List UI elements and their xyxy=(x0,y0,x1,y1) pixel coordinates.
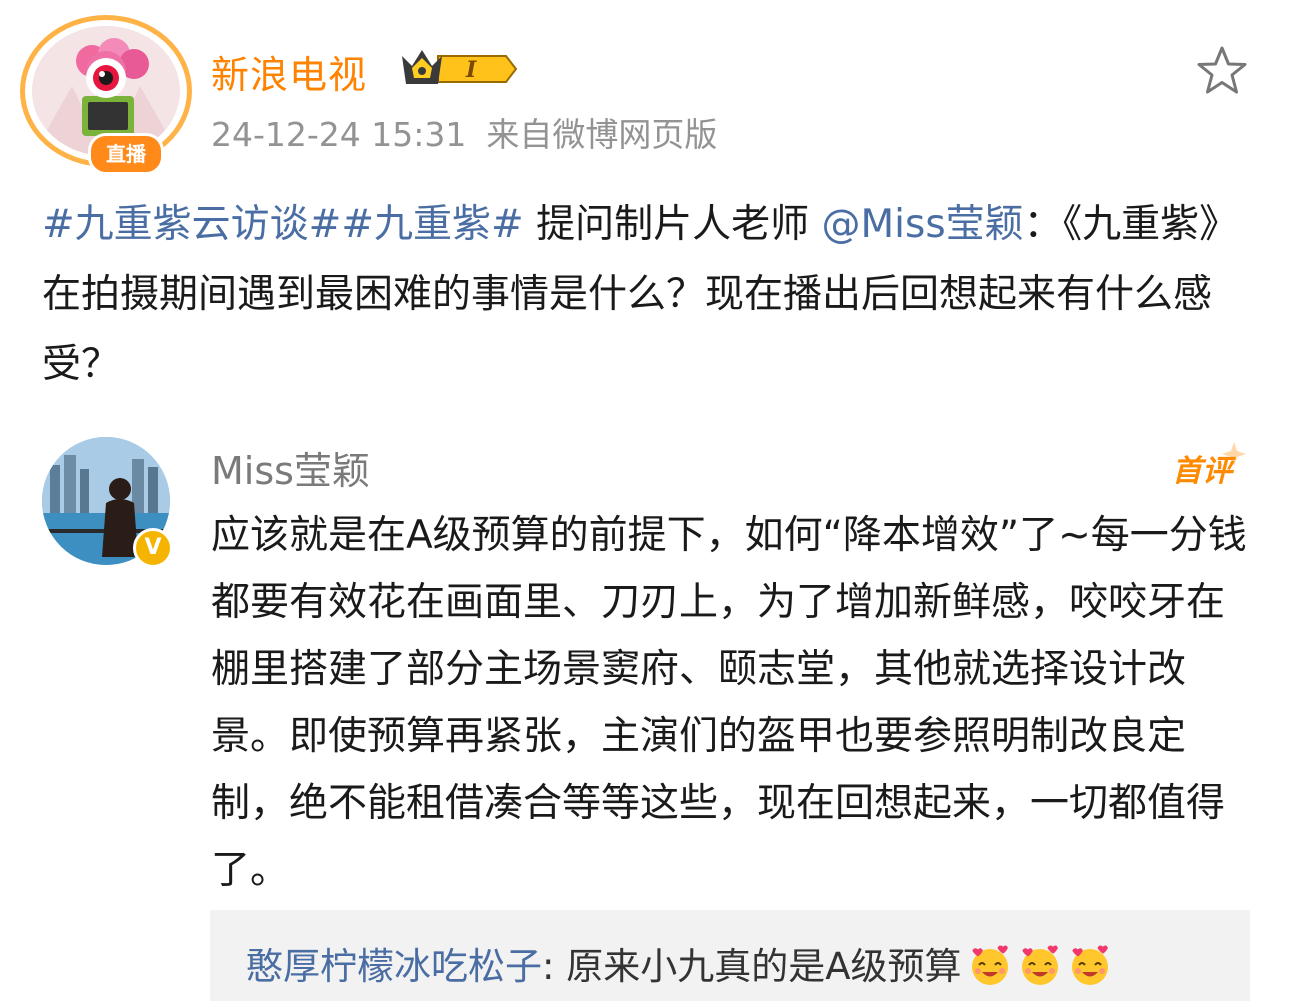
post-question-text: 提问制片人老师 xyxy=(523,202,822,247)
emoji-row xyxy=(962,945,1112,988)
reply-author-name[interactable]: Miss莹颖 xyxy=(211,440,370,495)
sub-comment-text: 原来小九真的是A级预算 xyxy=(566,945,962,988)
post-source: 来自微博网页版 xyxy=(486,115,718,154)
heart-eyes-emoji xyxy=(1071,945,1108,985)
hashtag-link-2[interactable]: #九重紫# xyxy=(341,202,523,247)
reply-content: 应该就是在A级预算的前提下，如何“降本增效”了~每一分钱都要有效花在画面里、刀刃… xyxy=(211,513,1247,893)
post-content: #九重紫云访谈##九重紫# 提问制片人老师 @Miss莹颖：《九重紫》在拍摄期间… xyxy=(42,190,1252,400)
author-name[interactable]: 新浪电视 xyxy=(211,44,367,99)
sub-comment-author[interactable]: 憨厚柠檬冰吃松子 xyxy=(246,945,542,988)
vip-level: I xyxy=(465,57,477,83)
weibo-post-page: 直播 新浪电视 I 24-12-24 15:31 来自微博网页版 #九重紫云访谈#… xyxy=(0,0,1290,1001)
live-badge: 直播 xyxy=(88,133,164,175)
post-timestamp: 24-12-24 15:31 xyxy=(211,115,467,154)
post-meta: 24-12-24 15:31 来自微博网页版 xyxy=(211,108,717,156)
first-comment-badge: 首评 xyxy=(1168,440,1248,490)
sub-comment-separator: : xyxy=(542,945,567,988)
favorite-star-icon[interactable] xyxy=(1195,45,1249,97)
heart-eyes-emoji xyxy=(971,945,1008,985)
sub-comment-line: 憨厚柠檬冰吃松子: 原来小九真的是A级预算 xyxy=(246,936,1112,990)
heart-eyes-emoji xyxy=(1021,945,1058,985)
hashtag-link-1[interactable]: #九重紫云访谈# xyxy=(42,202,341,247)
first-comment-label: 首评 xyxy=(1172,454,1232,489)
sub-comment-box[interactable]: 憨厚柠檬冰吃松子: 原来小九真的是A级预算 xyxy=(210,910,1250,1001)
author-avatar[interactable]: 直播 xyxy=(20,15,192,175)
mention-link[interactable]: @Miss莹颖 xyxy=(822,202,1024,247)
vip-crown-badge-icon: I xyxy=(398,42,518,94)
verified-v-icon: V xyxy=(133,528,173,568)
